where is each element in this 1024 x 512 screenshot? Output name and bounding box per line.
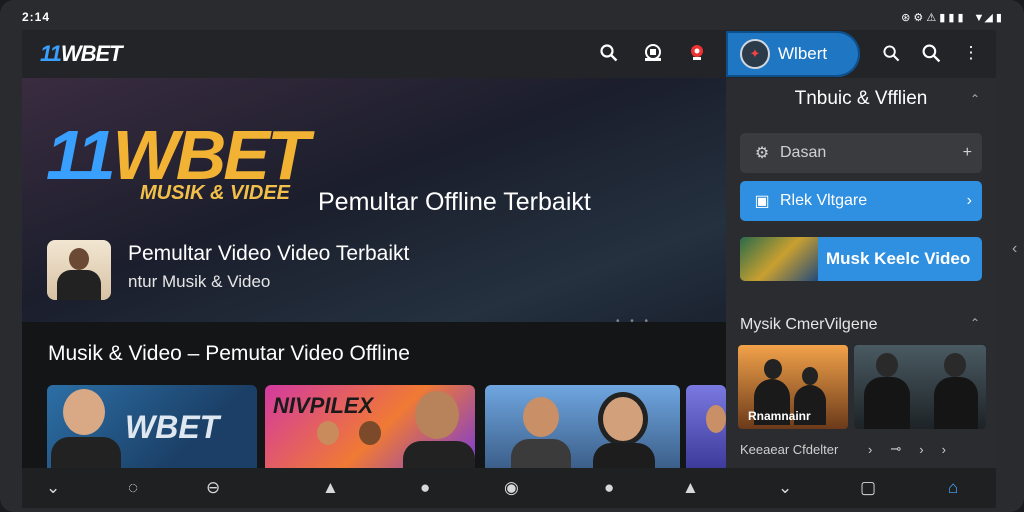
search-icon[interactable] bbox=[920, 42, 942, 64]
card-person-head bbox=[317, 421, 339, 445]
home-icon[interactable]: ⌂ bbox=[948, 478, 958, 498]
hero-brand: 11WBET bbox=[46, 120, 310, 190]
app-logo[interactable]: 11WBET bbox=[40, 41, 123, 67]
device-frame: 2:14 ⊛ ⚙ ⚠ ▮ ▮ ▮ ▼◢ ▮ 11WBET 11WBET MUSI… bbox=[0, 0, 1024, 512]
card-person-body bbox=[934, 377, 978, 429]
card-person-head bbox=[523, 397, 559, 437]
card-person-head bbox=[415, 391, 459, 439]
logo-prefix: 11 bbox=[40, 41, 62, 66]
edge-handle-icon[interactable]: ‹ bbox=[1012, 240, 1022, 270]
top-bar: 11WBET bbox=[22, 30, 726, 78]
plus-icon[interactable]: + bbox=[963, 144, 972, 162]
minus-circle-icon[interactable]: ⊖ bbox=[206, 478, 220, 498]
thumbnail-person-head bbox=[69, 248, 89, 270]
signal-icon: ▼◢ ▮ bbox=[973, 11, 1002, 24]
side-row[interactable]: ⚙ Dasan + bbox=[740, 133, 982, 173]
chevron-right-icon: › bbox=[966, 192, 972, 209]
group-icon[interactable]: ▲ bbox=[682, 478, 699, 498]
side-section: Mysik CmerVilgene ⌃ bbox=[740, 316, 980, 334]
chevron-right-icon[interactable]: › bbox=[942, 442, 946, 457]
side-header: Tnbuic & Vfflien ⌃ bbox=[726, 88, 996, 110]
chevron-right-icon[interactable]: › bbox=[919, 442, 923, 457]
carousel-dots[interactable]: • • • bbox=[616, 316, 652, 327]
video-icon: ▣ bbox=[754, 193, 770, 210]
app-title[interactable]: Pemultar Video Video Terbaikt bbox=[128, 242, 409, 266]
flag-icon[interactable] bbox=[686, 42, 708, 64]
side-section-title: Mysik CmerVilgene bbox=[740, 316, 878, 333]
video-card[interactable] bbox=[686, 385, 726, 468]
app-thumbnail[interactable] bbox=[47, 240, 111, 300]
chevron-down-icon[interactable]: ⌄ bbox=[778, 478, 792, 498]
card-person-head bbox=[764, 359, 782, 379]
card-person-body bbox=[864, 377, 910, 429]
user-icon[interactable]: ▲ bbox=[322, 478, 339, 498]
hero-brand-subtitle: MUSIK & VIDEE bbox=[140, 182, 291, 204]
card-person-body bbox=[403, 441, 475, 468]
card-person-head bbox=[876, 353, 898, 377]
side-row-label: Musk Keelc Video bbox=[826, 249, 971, 268]
app-subtitle: ntur Musik & Video bbox=[128, 272, 271, 291]
card-person-head bbox=[944, 353, 966, 377]
square-icon[interactable]: ▢ bbox=[860, 478, 876, 498]
card-person-head bbox=[706, 405, 726, 433]
status-bar: 2:14 ⊛ ⚙ ⚠ ▮ ▮ ▮ ▼◢ ▮ bbox=[22, 6, 1002, 28]
hero-brand-prefix: 11 bbox=[46, 116, 116, 194]
side-actions: ⋮ bbox=[880, 42, 982, 64]
side-row-label: Dasan bbox=[780, 144, 827, 161]
side-row[interactable]: ▣ Rlek Vltgare › bbox=[740, 181, 982, 221]
card-title: WBET bbox=[125, 409, 220, 445]
card-person-head bbox=[802, 367, 818, 385]
card-person-head bbox=[603, 397, 643, 441]
chevron-down-icon[interactable]: ⌄ bbox=[46, 478, 60, 498]
card-title: NIVPILEX bbox=[273, 393, 374, 418]
side-panel: ✦ Wlbert ⋮ Tnbuic & Vfflien ⌃ ⚙ Dasan + … bbox=[726, 30, 996, 468]
section-title: Musik & Video – Pemutar Video Offline bbox=[48, 342, 410, 365]
topbar-actions bbox=[598, 42, 708, 64]
app-screen: 11WBET 11WBET MUSIK & VIDEE Pemultar Off… bbox=[22, 30, 996, 468]
side-footer[interactable]: Keeaear Cfdelter › ⊸ › › bbox=[740, 441, 946, 457]
avatar-icon[interactable]: ● bbox=[604, 478, 614, 498]
status-icons: ⊛ ⚙ ⚠ ▮ ▮ ▮ ▼◢ ▮ bbox=[901, 11, 1002, 24]
card-person-body bbox=[51, 437, 121, 468]
hero-banner[interactable]: 11WBET MUSIK & VIDEE Pemultar Offline Te… bbox=[22, 78, 726, 327]
thumbnail-person-body bbox=[57, 270, 101, 300]
info-icon[interactable]: ◉ bbox=[504, 478, 519, 498]
chevron-icon[interactable]: ⌃ bbox=[970, 316, 980, 330]
side-feature-row[interactable]: Musk Keelc Video bbox=[740, 237, 982, 281]
profile-icon[interactable] bbox=[642, 42, 664, 64]
video-card[interactable]: WBET bbox=[47, 385, 257, 468]
side-footer-label: Keeaear Cfdelter bbox=[740, 441, 839, 457]
video-card[interactable]: NIVPILEX bbox=[265, 385, 475, 468]
side-row-label: Rlek Vltgare bbox=[780, 192, 868, 209]
feature-thumbnail bbox=[740, 237, 818, 281]
avatar-icon: ✦ bbox=[740, 39, 770, 69]
main-pane: 11WBET 11WBET MUSIK & VIDEE Pemultar Off… bbox=[22, 30, 726, 468]
side-card[interactable]: Rnamnainr bbox=[738, 345, 848, 429]
search-icon[interactable] bbox=[598, 42, 620, 64]
status-notification-icons: ⊛ ⚙ ⚠ ▮ ▮ ▮ bbox=[901, 11, 964, 24]
side-card-caption: Rnamnainr bbox=[748, 409, 811, 423]
card-person-body bbox=[511, 439, 571, 468]
card-person-head bbox=[63, 389, 105, 435]
card-person-body bbox=[593, 443, 655, 468]
gamepad-icon: ⚙ bbox=[754, 145, 770, 162]
chat-icon[interactable]: ◌ bbox=[128, 478, 138, 498]
side-header-title: Tnbuic & Vfflien bbox=[794, 88, 928, 109]
chevron-icon[interactable]: ⌃ bbox=[970, 92, 980, 106]
side-top-bar: ✦ Wlbert ⋮ bbox=[726, 30, 996, 78]
chevron-right-icon[interactable]: › bbox=[868, 442, 872, 457]
side-card[interactable] bbox=[854, 345, 986, 429]
hero-title: Pemultar Offline Terbaikt bbox=[318, 188, 591, 216]
card-person-head bbox=[359, 421, 381, 445]
logo-suffix: WBET bbox=[60, 41, 123, 66]
video-card[interactable] bbox=[485, 385, 680, 468]
account-label: Wlbert bbox=[778, 44, 828, 63]
account-pill[interactable]: ✦ Wlbert bbox=[726, 31, 860, 77]
search-icon[interactable] bbox=[880, 42, 902, 64]
toggle-icon[interactable]: ⊸ bbox=[890, 441, 901, 457]
location-icon[interactable]: ● bbox=[420, 478, 430, 498]
bottom-nav-bar: ⌄ ◌ ⊖ ▲ ● ◉ ● ▲ ⌄ ▢ ⌂ bbox=[22, 468, 996, 508]
status-time: 2:14 bbox=[22, 10, 51, 24]
more-vert-icon[interactable]: ⋮ bbox=[960, 42, 982, 64]
